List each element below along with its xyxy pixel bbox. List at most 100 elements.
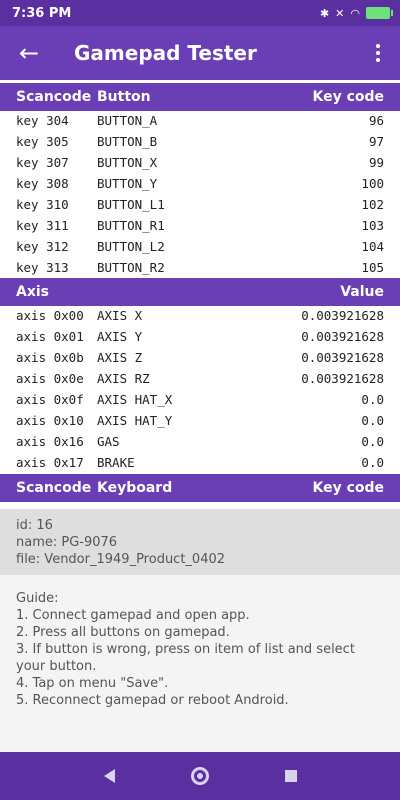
key-code: 99 [368, 155, 384, 170]
list-item[interactable]: axis 0x0f AXIS HAT_X 0.0 [0, 389, 400, 410]
overflow-menu-button[interactable] [356, 26, 400, 80]
axis-code: axis 0x10 [16, 413, 84, 428]
list-item[interactable]: key 313 BUTTON_R2 105 [0, 257, 400, 278]
scancode: key 311 [16, 218, 69, 233]
list-item[interactable]: axis 0x01 AXIS Y 0.003921628 [0, 326, 400, 347]
wifi-icon: ◠ [350, 6, 360, 20]
header-scancode: Scancode [16, 480, 92, 496]
scancode: key 312 [16, 239, 69, 254]
nav-home-button[interactable] [190, 767, 209, 785]
list-item[interactable]: key 308 BUTTON_Y 100 [0, 173, 400, 194]
list-item[interactable]: axis 0x0b AXIS Z 0.003921628 [0, 347, 400, 368]
header-keycode: Key code [312, 89, 384, 105]
app-bar: ← Gamepad Tester [0, 26, 400, 80]
button-name: BUTTON_R2 [97, 260, 165, 275]
scancode: key 313 [16, 260, 69, 275]
key-code: 103 [361, 218, 384, 233]
status-bar: 7:36 PM ✱ ✕ ◠ [0, 0, 400, 26]
key-code: 105 [361, 260, 384, 275]
status-icons: ✱ ✕ ◠ [319, 6, 393, 20]
scancode: key 310 [16, 197, 69, 212]
axis-value: 0.0 [361, 455, 384, 470]
key-code: 96 [368, 113, 384, 128]
header-keycode: Key code [312, 480, 384, 496]
navigation-bar [0, 752, 400, 800]
axis-value: 0.003921628 [301, 308, 384, 323]
guide-step: 3. If button is wrong, press on item of … [16, 642, 355, 674]
bluetooth-icon: ✱ [319, 6, 330, 20]
axis-name: BRAKE [97, 455, 135, 470]
scancode: key 304 [16, 113, 69, 128]
list-item[interactable]: key 304 BUTTON_A 96 [0, 110, 400, 131]
header-scancode: Scancode [16, 89, 92, 105]
list-item[interactable]: axis 0x0e AXIS RZ 0.003921628 [0, 368, 400, 389]
device-file: file: Vendor_1949_Product_0402 [16, 552, 226, 567]
axis-code: axis 0x16 [16, 434, 84, 449]
nav-recents-button[interactable] [284, 770, 297, 782]
key-code: 97 [368, 134, 384, 149]
guide: Guide: 1. Connect gamepad and open app. … [0, 590, 400, 709]
axis-code: axis 0x01 [16, 329, 84, 344]
button-name: BUTTON_R1 [97, 218, 165, 233]
more-vert-icon [376, 44, 380, 48]
button-name: BUTTON_A [97, 113, 158, 128]
axis-value: 0.003921628 [301, 350, 384, 365]
back-button[interactable]: ← [0, 26, 58, 80]
buttons-list: key 304 BUTTON_A 96 key 305 BUTTON_B 97 key … [0, 110, 400, 278]
axis-name: AXIS Y [97, 329, 143, 344]
axis-code: axis 0x00 [16, 308, 84, 323]
buttons-header: Scancode Button Key code [0, 83, 400, 111]
list-item[interactable]: axis 0x00 AXIS X 0.003921628 [0, 305, 400, 326]
guide-step: 1. Connect gamepad and open app. [16, 608, 250, 623]
header-keyboard: Keyboard [97, 480, 173, 496]
device-name: name: PG-9076 [16, 535, 118, 550]
list-item[interactable]: key 307 BUTTON_X 99 [0, 152, 400, 173]
axis-name: AXIS HAT_Y [97, 413, 173, 428]
list-item[interactable]: axis 0x16 GAS 0.0 [0, 431, 400, 452]
list-item[interactable]: key 311 BUTTON_R1 103 [0, 215, 400, 236]
button-name: BUTTON_L1 [97, 197, 165, 212]
key-code: 102 [361, 197, 384, 212]
status-time: 7:36 PM [12, 5, 72, 21]
header-button: Button [97, 89, 151, 105]
button-name: BUTTON_Y [97, 176, 158, 191]
guide-title: Guide: [16, 591, 59, 606]
button-name: BUTTON_X [97, 155, 158, 170]
list-item[interactable]: key 305 BUTTON_B 97 [0, 131, 400, 152]
axis-name: AXIS Z [97, 350, 143, 365]
keyboard-header: Scancode Keyboard Key code [0, 474, 400, 502]
axis-value: 0.0 [361, 392, 384, 407]
axis-code: axis 0x17 [16, 455, 84, 470]
axis-header: Axis Value [0, 278, 400, 306]
button-name: BUTTON_B [97, 134, 158, 149]
list-item[interactable]: axis 0x17 BRAKE 0.0 [0, 452, 400, 473]
header-value: Value [340, 284, 384, 300]
header-axis: Axis [16, 284, 49, 300]
key-code: 104 [361, 239, 384, 254]
axis-list: axis 0x00 AXIS X 0.003921628 axis 0x01 AXIS… [0, 305, 400, 473]
guide-step: 2. Press all buttons on gamepad. [16, 625, 230, 640]
list-item[interactable]: axis 0x10 AXIS HAT_Y 0.0 [0, 410, 400, 431]
nav-back-button[interactable] [103, 769, 115, 783]
button-name: BUTTON_L2 [97, 239, 165, 254]
axis-code: axis 0x0f [16, 392, 84, 407]
axis-name: AXIS HAT_X [97, 392, 173, 407]
axis-value: 0.0 [361, 413, 384, 428]
page-title: Gamepad Tester [74, 41, 257, 65]
axis-value: 0.003921628 [301, 329, 384, 344]
arrow-back-icon: ← [18, 39, 40, 67]
scancode: key 308 [16, 176, 69, 191]
axis-name: AXIS RZ [97, 371, 150, 386]
axis-code: axis 0x0e [16, 371, 84, 386]
key-code: 100 [361, 176, 384, 191]
axis-code: axis 0x0b [16, 350, 84, 365]
scancode: key 307 [16, 155, 69, 170]
mute-icon: ✕ [335, 6, 345, 20]
device-id: id: 16 [16, 518, 53, 533]
list-item[interactable]: key 312 BUTTON_L2 104 [0, 236, 400, 257]
device-info: id: 16 name: PG-9076 file: Vendor_1949_P… [0, 509, 400, 575]
axis-value: 0.0 [361, 434, 384, 449]
axis-name: AXIS X [97, 308, 143, 323]
list-item[interactable]: key 310 BUTTON_L1 102 [0, 194, 400, 215]
guide-step: 4. Tap on menu "Save". [16, 676, 169, 691]
